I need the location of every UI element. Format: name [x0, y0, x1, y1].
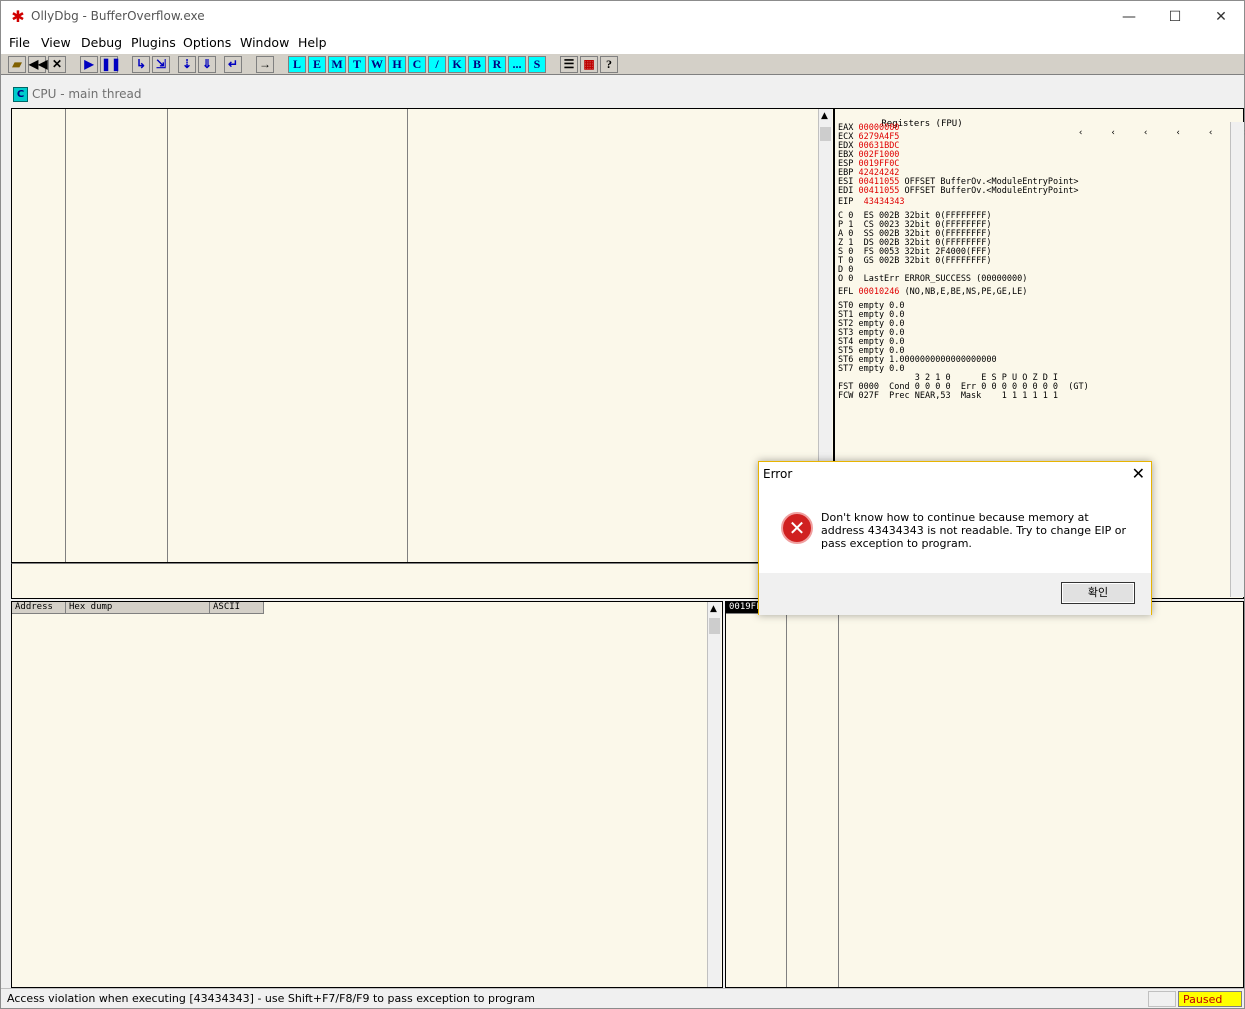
registers-scrollbar[interactable]	[1230, 122, 1244, 597]
scrollbar-thumb[interactable]	[820, 127, 831, 141]
dump-pane[interactable]: Address Hex dump ASCII 0041A00001 00 00 …	[11, 601, 723, 988]
menu-debug[interactable]: Debug	[81, 35, 122, 50]
toolbar: ▰ ◀◀ ✕ ▶ ❚❚ ↳ ⇲ ⇣ ⇓ ↵ → L E M T W H C / …	[1, 53, 1244, 75]
menu-options[interactable]: Options	[183, 35, 231, 50]
memory-map-button[interactable]: M	[328, 56, 346, 73]
cpu-window-icon: C	[13, 87, 28, 102]
references-button[interactable]: R	[488, 56, 506, 73]
dump-header-hex[interactable]: Hex dump	[66, 602, 210, 614]
error-icon: ✕	[781, 512, 813, 544]
stack-pane[interactable]: 0019FF 0019FF1000631A3F0019FF14006268900…	[725, 601, 1244, 988]
log-window-button[interactable]: L	[288, 56, 306, 73]
flags-segments: C 0 ES 002B 32bit 0(FFFFFFFF) P 1 CS 0023…	[838, 211, 1027, 284]
register-comment: OFFSET BufferOv.<ModuleEntryPoint>	[899, 186, 1079, 197]
cpu-button[interactable]: C	[408, 56, 426, 73]
execute-till-return-icon[interactable]: ↵	[224, 56, 242, 73]
call-stack-button[interactable]: K	[448, 56, 466, 73]
close-program-icon[interactable]: ✕	[48, 56, 66, 73]
source-button[interactable]: S	[528, 56, 546, 73]
menu-file[interactable]: File	[9, 35, 30, 50]
eip-value[interactable]: 43434343	[864, 197, 905, 207]
scroll-up-icon[interactable]: ▲	[821, 111, 828, 121]
go-to-icon[interactable]: →	[256, 56, 274, 73]
restart-icon[interactable]: ◀◀	[28, 56, 47, 73]
flag-line[interactable]: T 0 GS 002B 32bit 0(FFFFFFFF)	[838, 257, 1027, 266]
handles-button[interactable]: H	[388, 56, 406, 73]
window-title: OllyDbg - BufferOverflow.exe	[31, 9, 205, 23]
registers-header: Registers (FPU) ‹ ‹ ‹ ‹ ‹ ‹	[838, 111, 1245, 138]
status-state-badge: Paused	[1178, 991, 1242, 1007]
ok-button[interactable]: 확인	[1061, 582, 1135, 604]
dump-scrollbar[interactable]: ▲	[707, 602, 721, 987]
flag-line[interactable]: O 0 LastErr ERROR_SUCCESS (00000000)	[838, 275, 1027, 284]
registers-nav-arrows[interactable]: ‹ ‹ ‹ ‹ ‹ ‹	[1078, 129, 1245, 138]
eip-register[interactable]: EIP 43434343	[838, 197, 905, 207]
run-icon[interactable]: ▶	[80, 56, 98, 73]
register-value[interactable]: 00411055	[858, 186, 899, 196]
windows-button[interactable]: W	[368, 56, 386, 73]
dialog-close-button[interactable]: ✕	[1132, 464, 1145, 483]
info-pane	[11, 563, 834, 599]
pause-icon[interactable]: ❚❚	[100, 56, 121, 73]
menu-bar: File View Debug Plugins Options Window H…	[1, 33, 1244, 53]
dump-header-address[interactable]: Address	[12, 602, 66, 614]
fpu-registers: ST0 empty 0.0 ST1 empty 0.0 ST2 empty 0.0 S…	[838, 301, 1089, 402]
close-button[interactable]: ✕	[1198, 1, 1244, 33]
trace-over-icon[interactable]: ⇓	[198, 56, 216, 73]
ollydbg-bug-icon: ✱	[11, 7, 25, 26]
status-bar: Access violation when executing [4343434…	[1, 988, 1244, 1008]
general-registers: EAX 00000000 ECX 6279A4F5 EDX 00631BDC EBX …	[838, 123, 1079, 196]
maximize-button[interactable]: ☐	[1152, 1, 1198, 33]
fpu-line[interactable]: FCW 027F Prec NEAR,53 Mask 1 1 1 1 1 1	[838, 392, 1089, 401]
efl-register[interactable]: EFL 00010246 (NO,NB,E,BE,NS,PE,GE,LE)	[838, 287, 1027, 297]
open-file-icon[interactable]: ▰	[8, 56, 26, 73]
status-separator	[1148, 991, 1176, 1007]
appearance-icon[interactable]: ▦	[580, 56, 598, 73]
menu-view[interactable]: View	[41, 35, 71, 50]
column-divider	[65, 109, 66, 562]
dialog-message: Don't know how to continue because memor…	[821, 511, 1127, 550]
help-icon[interactable]: ?	[600, 56, 618, 73]
patches-button[interactable]: /	[428, 56, 446, 73]
dialog-title: Error	[763, 467, 793, 481]
column-divider	[786, 614, 787, 987]
run-trace-button[interactable]: ...	[508, 56, 526, 73]
step-into-icon[interactable]: ↳	[132, 56, 150, 73]
dump-header-ascii[interactable]: ASCII	[210, 602, 264, 614]
cpu-window-title: CPU - main thread	[32, 87, 142, 101]
trace-into-icon[interactable]: ⇣	[178, 56, 196, 73]
dialog-footer: 확인	[759, 573, 1151, 615]
scroll-up-icon[interactable]: ▲	[710, 604, 717, 614]
executables-button[interactable]: E	[308, 56, 326, 73]
minimize-button[interactable]: —	[1106, 1, 1152, 33]
scrollbar-thumb[interactable]	[709, 618, 720, 634]
breakpoints-button[interactable]: B	[468, 56, 486, 73]
menu-help[interactable]: Help	[298, 35, 327, 50]
ollydbg-window: ✱ OllyDbg - BufferOverflow.exe — ☐ ✕ Fil…	[0, 0, 1245, 1009]
title-bar: ✱ OllyDbg - BufferOverflow.exe — ☐ ✕	[1, 1, 1244, 33]
register-line[interactable]: EDI 00411055 OFFSET BufferOv.<ModuleEntr…	[838, 187, 1079, 196]
error-dialog: Error ✕ ✕ Don't know how to continue bec…	[758, 461, 1152, 615]
menu-window[interactable]: Window	[240, 35, 289, 50]
column-divider	[167, 109, 168, 562]
list-icon[interactable]: ☰	[560, 56, 578, 73]
status-message: Access violation when executing [4343434…	[7, 992, 535, 1005]
threads-button[interactable]: T	[348, 56, 366, 73]
register-name: EDI	[838, 186, 859, 197]
step-over-icon[interactable]: ⇲	[152, 56, 170, 73]
menu-plugins[interactable]: Plugins	[131, 35, 176, 50]
disassembler-pane[interactable]: ▲	[11, 108, 834, 563]
column-divider	[838, 614, 839, 987]
column-divider	[407, 109, 408, 562]
